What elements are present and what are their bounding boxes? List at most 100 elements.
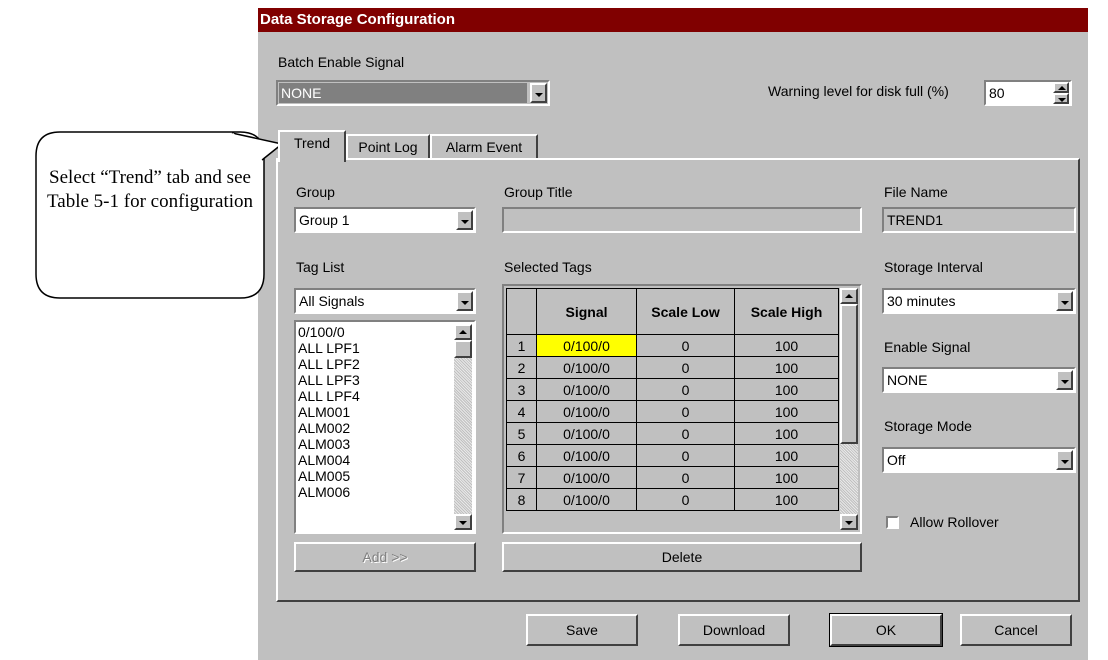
list-item[interactable]: 0/100/0	[298, 324, 360, 340]
scale-high-cell[interactable]: 100	[734, 488, 839, 511]
allow-rollover-label[interactable]: Allow Rollover	[910, 514, 999, 530]
group-combo[interactable]: Group 1	[294, 207, 476, 233]
save-button[interactable]: Save	[526, 614, 638, 646]
tab-point-log-label: Point Log	[358, 139, 418, 155]
ok-button[interactable]: OK	[829, 613, 943, 647]
tab-alarm-event[interactable]: Alarm Event	[430, 134, 538, 160]
tab-trend-label: Trend	[293, 135, 331, 151]
list-item[interactable]: ALM005	[298, 468, 360, 484]
list-item[interactable]: ALM004	[298, 452, 360, 468]
row-number: 4	[506, 400, 537, 423]
scale-low-cell[interactable]: 0	[636, 422, 735, 445]
enable-signal-value: NONE	[887, 372, 928, 388]
scale-low-cell[interactable]: 0	[636, 400, 735, 423]
table-row[interactable]: 4 0/100/0 0 100	[506, 400, 839, 423]
callout-text: Select “Trend” tab and see Table 5-1 for…	[46, 167, 253, 212]
title-bar: Data Storage Configuration	[258, 8, 1088, 32]
list-item[interactable]: ALL LPF1	[298, 340, 360, 356]
storage-interval-combo[interactable]: 30 minutes	[882, 288, 1076, 314]
scroll-up-button[interactable]	[840, 288, 858, 304]
tab-point-log[interactable]: Point Log	[346, 134, 430, 160]
scale-high-cell[interactable]: 100	[734, 444, 839, 467]
storage-mode-dropdown-button[interactable]	[1056, 450, 1073, 470]
table-row[interactable]: 6 0/100/0 0 100	[506, 444, 839, 467]
storage-interval-label: Storage Interval	[884, 259, 983, 275]
tag-filter-combo[interactable]: All Signals	[294, 288, 476, 314]
scale-low-cell[interactable]: 0	[636, 378, 735, 401]
list-item[interactable]: ALM006	[298, 484, 360, 500]
tag-list-box[interactable]: 0/100/0 ALL LPF1 ALL LPF2 ALL LPF3 ALL L…	[294, 320, 476, 534]
column-header-scale-high[interactable]: Scale High	[734, 288, 839, 335]
list-item[interactable]: ALM001	[298, 404, 360, 420]
storage-interval-dropdown-button[interactable]	[1056, 291, 1073, 311]
storage-mode-label: Storage Mode	[884, 418, 972, 434]
signal-cell-selected[interactable]: 0/100/0	[536, 334, 637, 357]
scale-low-cell[interactable]: 0	[636, 466, 735, 489]
scroll-down-button[interactable]	[840, 514, 858, 530]
scale-low-cell[interactable]: 0	[636, 334, 735, 357]
table-row[interactable]: 1 0/100/0 0 100	[506, 334, 839, 357]
group-title-field[interactable]	[502, 207, 862, 233]
column-header-scale-low[interactable]: Scale Low	[636, 288, 735, 335]
batch-enable-combo[interactable]: NONE	[276, 80, 550, 106]
scale-low-cell[interactable]: 0	[636, 488, 735, 511]
table-header-row: Signal Scale Low Scale High	[506, 288, 839, 335]
selected-tags-scrollbar[interactable]	[840, 288, 858, 530]
signal-cell[interactable]: 0/100/0	[536, 356, 637, 379]
enable-signal-label: Enable Signal	[884, 339, 971, 355]
signal-cell[interactable]: 0/100/0	[536, 422, 637, 445]
cancel-button[interactable]: Cancel	[960, 614, 1072, 646]
scroll-up-button[interactable]	[454, 324, 472, 340]
scale-high-cell[interactable]: 100	[734, 334, 839, 357]
column-header-signal[interactable]: Signal	[536, 288, 637, 335]
table-row[interactable]: 2 0/100/0 0 100	[506, 356, 839, 379]
scroll-thumb[interactable]	[454, 340, 472, 358]
tag-list-scrollbar[interactable]	[454, 324, 472, 530]
tab-trend[interactable]: Trend	[278, 130, 346, 162]
storage-interval-value: 30 minutes	[887, 293, 956, 309]
allow-rollover-checkbox[interactable]	[886, 516, 899, 529]
scroll-down-button[interactable]	[454, 514, 472, 530]
spin-down-button[interactable]	[1053, 93, 1069, 104]
enable-signal-dropdown-button[interactable]	[1056, 370, 1073, 390]
chevron-down-icon	[535, 93, 543, 97]
scale-high-cell[interactable]: 100	[734, 400, 839, 423]
file-name-field[interactable]: TREND1	[882, 207, 1076, 233]
spin-up-button[interactable]	[1053, 82, 1069, 93]
list-item[interactable]: ALL LPF4	[298, 388, 360, 404]
enable-signal-combo[interactable]: NONE	[882, 367, 1076, 393]
scale-high-cell[interactable]: 100	[734, 378, 839, 401]
selected-tags-grid[interactable]: Signal Scale Low Scale High 1 0/100/0 0 …	[502, 284, 862, 534]
table-row[interactable]: 7 0/100/0 0 100	[506, 466, 839, 489]
signal-cell[interactable]: 0/100/0	[536, 378, 637, 401]
signal-cell[interactable]: 0/100/0	[536, 488, 637, 511]
signal-cell[interactable]: 0/100/0	[536, 466, 637, 489]
list-item[interactable]: ALL LPF2	[298, 356, 360, 372]
list-item[interactable]: ALM003	[298, 436, 360, 452]
chevron-down-icon	[461, 301, 469, 305]
scale-high-cell[interactable]: 100	[734, 356, 839, 379]
scale-low-cell[interactable]: 0	[636, 356, 735, 379]
add-button[interactable]: Add >>	[294, 542, 476, 572]
batch-enable-dropdown-button[interactable]	[530, 83, 547, 103]
table-row[interactable]: 3 0/100/0 0 100	[506, 378, 839, 401]
chevron-down-icon	[1058, 98, 1066, 102]
list-item[interactable]: ALL LPF3	[298, 372, 360, 388]
scale-low-cell[interactable]: 0	[636, 444, 735, 467]
scale-high-cell[interactable]: 100	[734, 466, 839, 489]
disk-warning-spinbox[interactable]: 80	[984, 80, 1072, 106]
list-item[interactable]: ALM002	[298, 420, 360, 436]
table-row[interactable]: 5 0/100/0 0 100	[506, 422, 839, 445]
scale-high-cell[interactable]: 100	[734, 422, 839, 445]
scroll-thumb[interactable]	[840, 304, 858, 444]
group-dropdown-button[interactable]	[456, 210, 473, 230]
table-row[interactable]: 8 0/100/0 0 100	[506, 488, 839, 511]
storage-mode-combo[interactable]: Off	[882, 447, 1076, 473]
signal-cell[interactable]: 0/100/0	[536, 400, 637, 423]
download-button[interactable]: Download	[678, 614, 790, 646]
delete-button[interactable]: Delete	[502, 542, 862, 572]
group-label: Group	[296, 184, 335, 200]
signal-cell[interactable]: 0/100/0	[536, 444, 637, 467]
tag-filter-dropdown-button[interactable]	[456, 291, 473, 311]
row-number: 2	[506, 356, 537, 379]
